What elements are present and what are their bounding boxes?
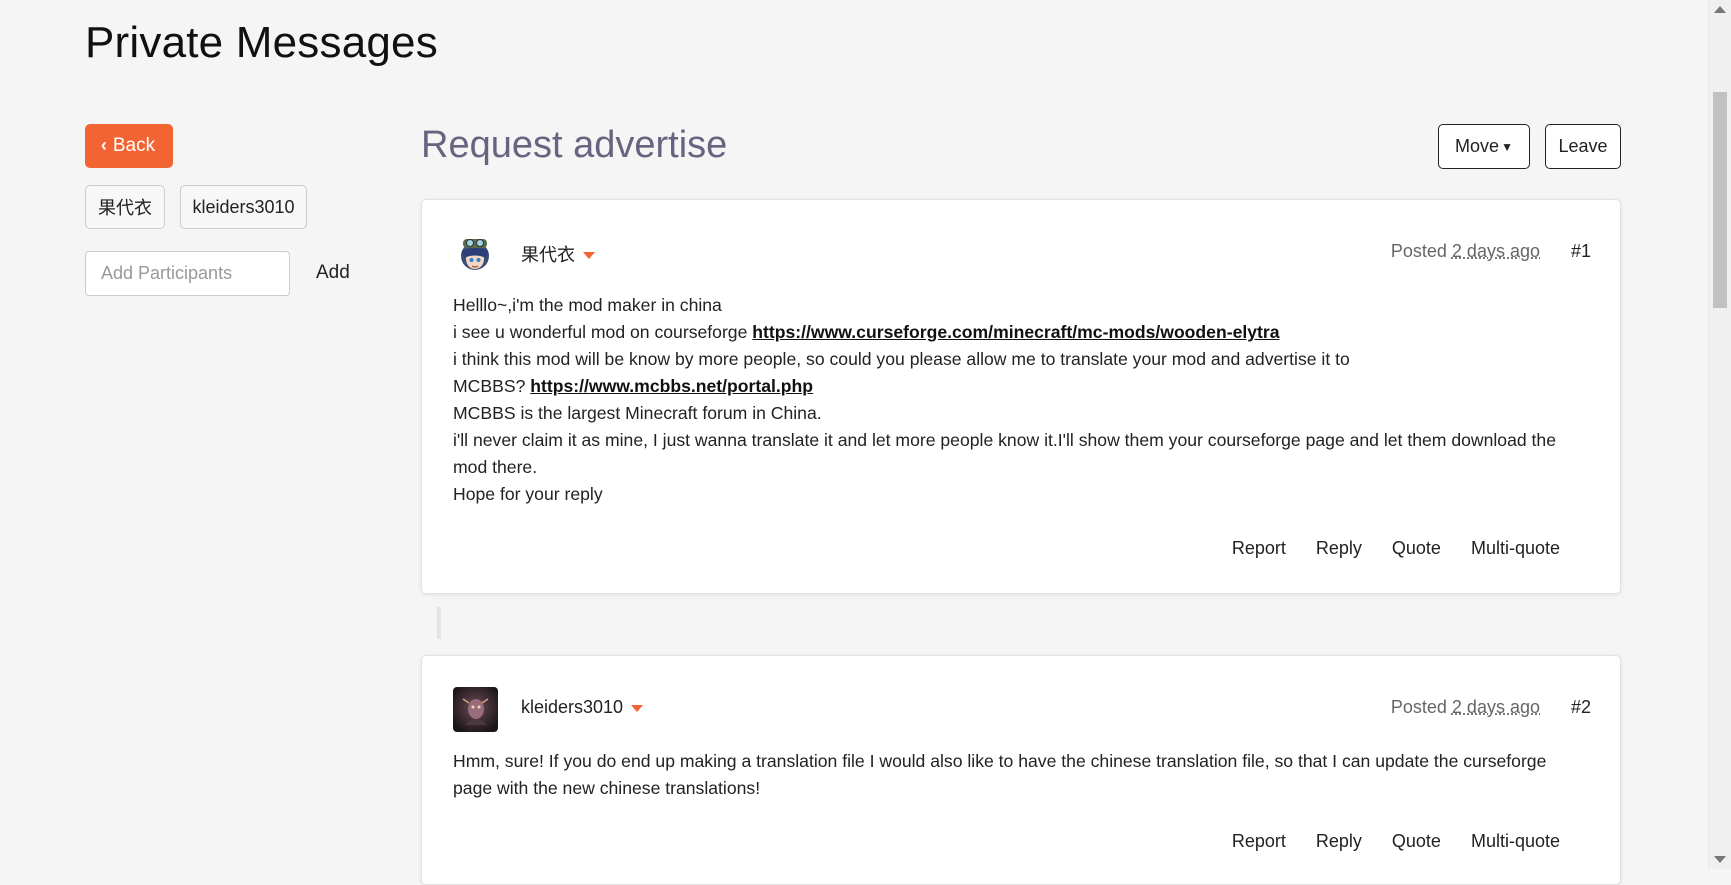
report-button[interactable]: Report bbox=[1232, 538, 1286, 559]
mcbbs-link[interactable]: https://www.mcbbs.net/portal.php bbox=[530, 376, 813, 396]
caret-down-icon: ▼ bbox=[1501, 139, 1513, 154]
report-button[interactable]: Report bbox=[1232, 831, 1286, 852]
post-text: Helllo~,i'm the mod maker in china bbox=[453, 295, 722, 315]
post-timestamp: Posted 2 days ago bbox=[1391, 241, 1540, 262]
multi-quote-button[interactable]: Multi-quote bbox=[1471, 831, 1560, 852]
post-body: Helllo~,i'm the mod maker in china i see… bbox=[453, 292, 1589, 508]
multi-quote-button[interactable]: Multi-quote bbox=[1471, 538, 1560, 559]
dropdown-triangle-icon bbox=[631, 705, 644, 712]
post-actions: Report Reply Quote Multi-quote bbox=[1202, 831, 1560, 852]
reply-button[interactable]: Reply bbox=[1316, 538, 1362, 559]
post-text: Hope for your reply bbox=[453, 484, 603, 504]
post-body: Hmm, sure! If you do end up making a tra… bbox=[453, 748, 1589, 802]
posted-time[interactable]: 2 days ago bbox=[1452, 697, 1540, 717]
add-participants-input[interactable] bbox=[85, 251, 290, 296]
dropdown-triangle-icon bbox=[583, 251, 595, 259]
page-title: Private Messages bbox=[85, 18, 438, 67]
move-button[interactable]: Move ▼ bbox=[1438, 124, 1530, 169]
quote-button[interactable]: Quote bbox=[1392, 831, 1441, 852]
posted-prefix: Posted bbox=[1390, 697, 1447, 717]
avatar[interactable] bbox=[453, 687, 498, 732]
post-text: MCBBS is the largest Minecraft forum in … bbox=[453, 403, 822, 423]
post-author[interactable]: 果代衣 bbox=[521, 241, 595, 267]
scroll-down-arrow-icon[interactable] bbox=[1714, 856, 1726, 863]
post-text: i think this mod will be know by more pe… bbox=[453, 349, 1350, 369]
posted-time[interactable]: 2 days ago bbox=[1452, 241, 1540, 261]
chevron-left-icon: ‹ bbox=[100, 135, 107, 155]
message-post: 果代衣 Posted 2 days ago #1 Helllo~,i'm the… bbox=[421, 199, 1621, 594]
author-name: kleiders3010 bbox=[521, 697, 624, 717]
avatar[interactable] bbox=[453, 231, 498, 276]
post-number[interactable]: #1 bbox=[1571, 241, 1591, 262]
posted-prefix: Posted bbox=[1390, 241, 1447, 261]
post-text: i'll never claim it as mine, I just wann… bbox=[453, 430, 1556, 477]
post-text-fragment: i see u wonderful mod on courseforge bbox=[453, 322, 753, 342]
scroll-up-arrow-icon[interactable] bbox=[1714, 6, 1726, 13]
back-label: Back bbox=[112, 135, 156, 156]
quote-button[interactable]: Quote bbox=[1392, 538, 1441, 559]
post-text: i see u wonderful mod on courseforge htt… bbox=[453, 319, 1589, 346]
participant-chip[interactable]: 果代衣 bbox=[85, 185, 165, 229]
post-timestamp: Posted 2 days ago bbox=[1391, 697, 1540, 718]
author-name: 果代衣 bbox=[521, 245, 575, 265]
post-text: MCBBS? https://www.mcbbs.net/portal.php bbox=[453, 373, 1589, 400]
scrollbar-thumb[interactable] bbox=[1713, 92, 1727, 308]
post-number[interactable]: #2 bbox=[1571, 697, 1591, 718]
message-post: kleiders3010 Posted 2 days ago #2 Hmm, s… bbox=[421, 655, 1621, 885]
move-label: Move bbox=[1455, 136, 1500, 156]
add-participant-button[interactable]: Add bbox=[310, 258, 356, 288]
vertical-scrollbar[interactable] bbox=[1708, 0, 1731, 869]
conversation-title: Request advertise bbox=[421, 124, 728, 166]
post-author[interactable]: kleiders3010 bbox=[521, 697, 644, 718]
participant-chip[interactable]: kleiders3010 bbox=[180, 185, 307, 229]
back-button[interactable]: ‹ Back bbox=[85, 124, 173, 168]
post-text: Hmm, sure! If you do end up making a tra… bbox=[453, 751, 1547, 798]
post-text-fragment: MCBBS? bbox=[453, 376, 531, 396]
leave-button[interactable]: Leave bbox=[1545, 124, 1621, 169]
reply-button[interactable]: Reply bbox=[1316, 831, 1362, 852]
post-actions: Report Reply Quote Multi-quote bbox=[1202, 538, 1560, 559]
thread-connector bbox=[437, 607, 441, 639]
curseforge-link[interactable]: https://www.curseforge.com/minecraft/mc-… bbox=[752, 322, 1279, 342]
